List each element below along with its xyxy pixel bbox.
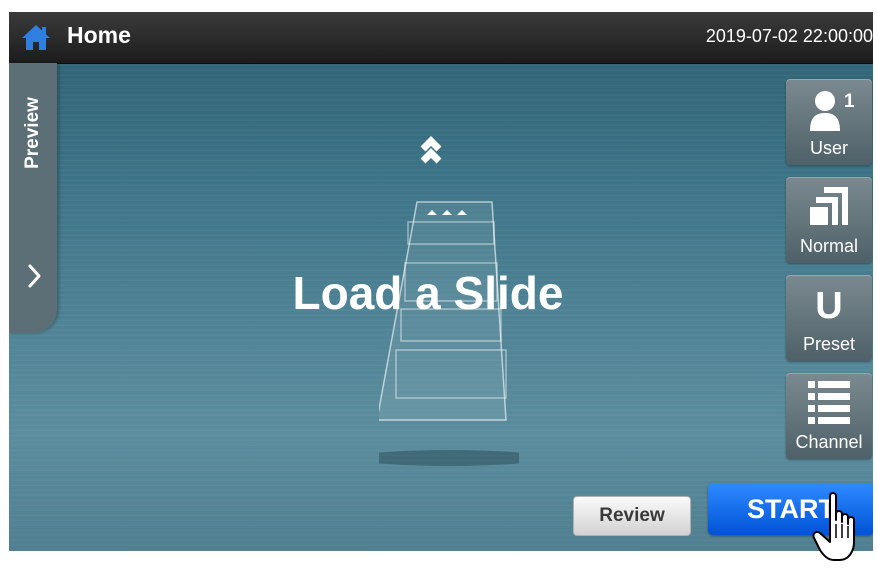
home-icon[interactable] (21, 24, 51, 51)
app-screen: Home 2019-07-02 22:00:00 Preview Load a … (9, 12, 873, 551)
user-icon (810, 91, 840, 131)
datetime-display: 2019-07-02 22:00:00 (705, 26, 873, 46)
normal-view-button[interactable]: Normal (786, 177, 872, 263)
channel-button[interactable]: Channel (786, 373, 872, 459)
user-count: 1 (844, 91, 855, 112)
normal-view-icon (810, 187, 848, 225)
channel-label: Channel (795, 432, 863, 452)
top-bar: Home 2019-07-02 22:00:00 (9, 12, 873, 64)
user-button[interactable]: 1 User (786, 79, 872, 165)
page-title: Home (67, 22, 131, 48)
channel-list-icon (808, 381, 850, 424)
load-slide-message: Load a Slide (292, 267, 564, 319)
preset-button[interactable]: U Preset (786, 275, 872, 361)
preset-label: Preset (802, 334, 856, 354)
normal-view-label: Normal (799, 236, 858, 256)
hand-pointer-icon (812, 492, 855, 561)
user-label: User (809, 138, 848, 158)
review-button[interactable]: Review (573, 496, 691, 536)
preset-letter: U (815, 285, 843, 327)
chevron-right-icon (28, 264, 41, 288)
preview-label: Preview (22, 97, 43, 169)
preview-panel-tab[interactable]: Preview (9, 63, 57, 333)
